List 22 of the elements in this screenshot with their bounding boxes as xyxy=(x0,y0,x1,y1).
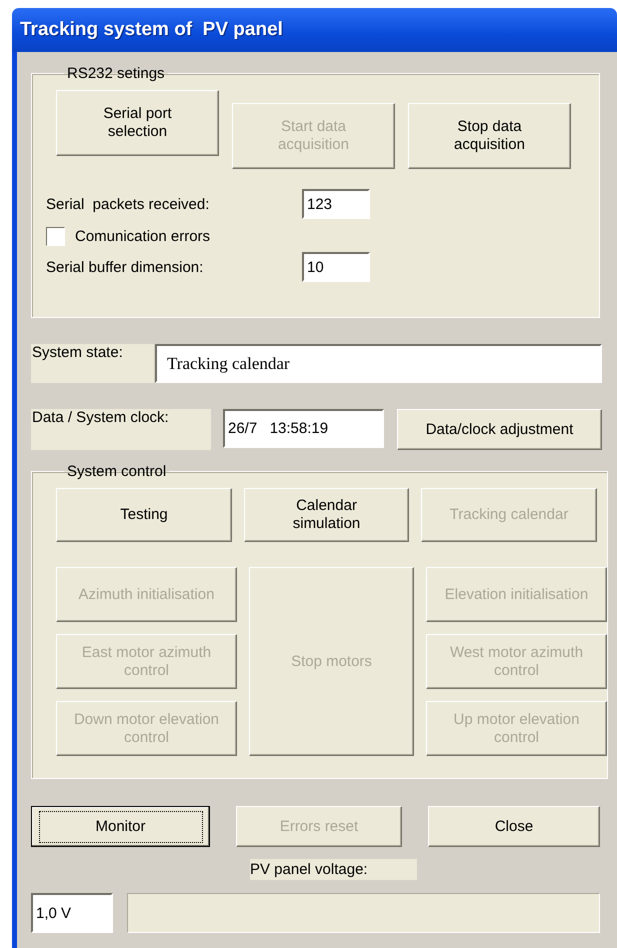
action-button[interactable]: Stop data acquisition xyxy=(408,103,571,169)
field-label: Data / System clock: xyxy=(31,409,211,450)
state-field[interactable]: Tracking calendar xyxy=(155,344,602,383)
field-label: Serial packets received: xyxy=(46,196,210,212)
group-title: System control xyxy=(66,463,168,480)
action-button[interactable]: Serial port selection xyxy=(56,90,219,156)
checkbox[interactable] xyxy=(46,227,65,246)
clock-field[interactable]: 26/7 13:58:19 xyxy=(223,409,384,448)
checkbox-label: Comunication errors xyxy=(75,228,210,245)
action-button[interactable]: Monitor xyxy=(31,806,210,847)
action-button[interactable]: Testing xyxy=(56,488,232,542)
buffer-field[interactable]: 10 xyxy=(302,252,370,282)
field-label: System state: xyxy=(31,344,154,383)
window-title: Tracking system of PV panel xyxy=(20,19,283,41)
field-label: Serial buffer dimension: xyxy=(46,258,204,276)
voltage-field[interactable]: 1,0 V xyxy=(31,893,113,933)
action-button[interactable]: Close xyxy=(428,806,600,847)
packets-field[interactable]: 123 xyxy=(302,189,370,219)
action-button[interactable]: Calendar simulation xyxy=(244,488,409,542)
voltage-label: PV panel voltage: xyxy=(250,859,417,880)
group-title: RS232 setings xyxy=(66,65,166,82)
adjust-button[interactable]: Data/clock adjustment xyxy=(397,409,602,450)
